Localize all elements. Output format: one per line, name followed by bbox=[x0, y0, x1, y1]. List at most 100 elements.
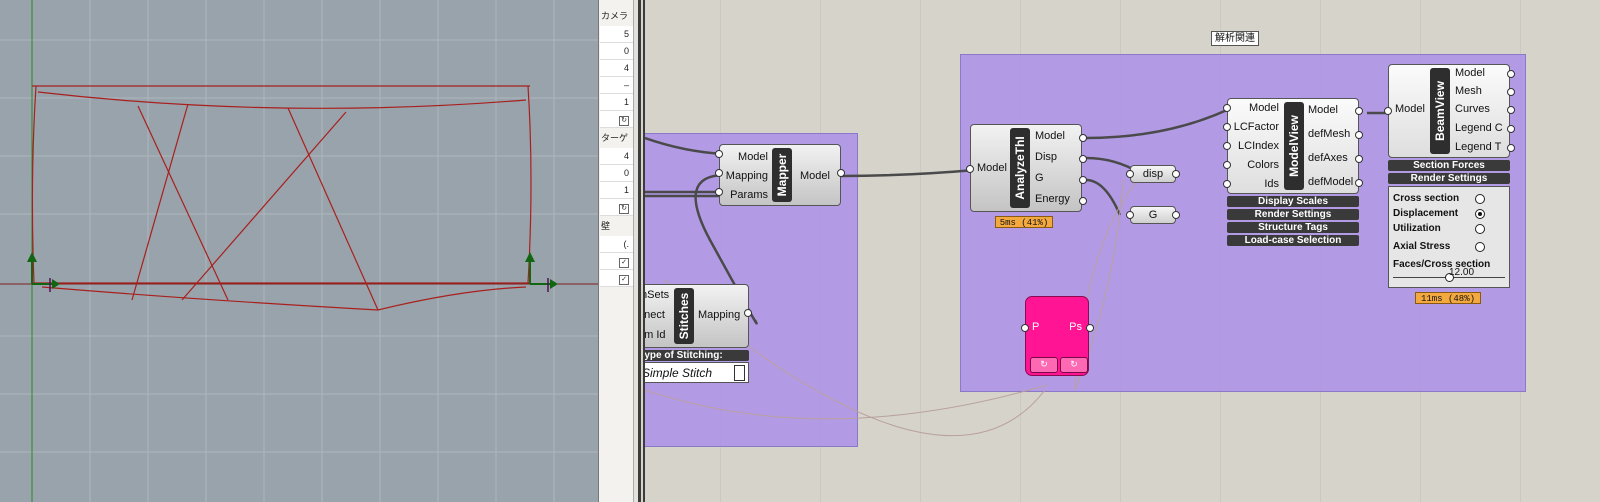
input-grip[interactable] bbox=[715, 169, 723, 177]
stitches-component[interactable]: mSets nnect am Id Stitches Mapping bbox=[645, 284, 749, 348]
param-value[interactable]: 0 bbox=[600, 43, 633, 60]
output-grip[interactable] bbox=[1355, 131, 1363, 139]
output-grip[interactable] bbox=[1355, 107, 1363, 115]
analyze-output-g[interactable]: G bbox=[1035, 172, 1044, 185]
input-grip[interactable] bbox=[1223, 104, 1231, 112]
param-value[interactable]: 0 bbox=[600, 165, 633, 182]
param-value[interactable]: 1 bbox=[600, 182, 633, 199]
radio-axial-stress[interactable] bbox=[1475, 242, 1485, 252]
output-grip[interactable] bbox=[1079, 176, 1087, 184]
output-grip[interactable] bbox=[744, 309, 752, 317]
beamview-output-mesh[interactable]: Mesh bbox=[1455, 85, 1482, 98]
param-refresh-icon[interactable]: ↻ bbox=[600, 111, 633, 128]
refresh-icon[interactable]: ↻ bbox=[1060, 357, 1088, 373]
output-grip[interactable] bbox=[1507, 106, 1515, 114]
input-grip[interactable] bbox=[715, 188, 723, 196]
modelview-output-defmesh[interactable]: defMesh bbox=[1308, 128, 1350, 141]
output-grip[interactable] bbox=[1507, 88, 1515, 96]
analyze-component[interactable]: Model AnalyzeThI Model Disp G Energy bbox=[970, 124, 1082, 212]
modelview-input-lcfactor[interactable]: LCFactor bbox=[1234, 121, 1279, 134]
mapper-output-model[interactable]: Model bbox=[800, 170, 830, 183]
input-grip[interactable] bbox=[1126, 211, 1134, 219]
modelview-menu-render-settings[interactable]: Render Settings bbox=[1227, 209, 1359, 220]
rhino-viewport[interactable] bbox=[0, 0, 598, 502]
modelview-output-defaxes[interactable]: defAxes bbox=[1308, 152, 1348, 165]
stitches-output-mapping[interactable]: Mapping bbox=[698, 309, 740, 322]
stitches-input-beam-id[interactable]: am Id bbox=[645, 329, 666, 342]
param-value[interactable]: 4 bbox=[600, 148, 633, 165]
modelview-menu-display-scales[interactable]: Display Scales bbox=[1227, 196, 1359, 207]
splitter[interactable] bbox=[638, 0, 641, 502]
beamview-component[interactable]: Model BeamView Model Mesh Curves Legend … bbox=[1388, 64, 1510, 158]
dropdown-toggle[interactable] bbox=[734, 365, 745, 381]
beamview-output-legend-c[interactable]: Legend C bbox=[1455, 122, 1503, 135]
param-value[interactable]: – bbox=[600, 77, 633, 94]
modelview-input-model[interactable]: Model bbox=[1249, 102, 1279, 115]
output-grip[interactable] bbox=[1079, 155, 1087, 163]
modelview-input-colors[interactable]: Colors bbox=[1247, 159, 1279, 172]
analyze-output-disp[interactable]: Disp bbox=[1035, 151, 1057, 164]
output-grip[interactable] bbox=[1507, 125, 1515, 133]
input-grip[interactable] bbox=[1021, 324, 1029, 332]
param-checkbox[interactable]: ✓ bbox=[600, 270, 633, 287]
radio-cross-section[interactable] bbox=[1475, 194, 1485, 204]
param-value[interactable]: 1 bbox=[600, 94, 633, 111]
output-grip[interactable] bbox=[837, 169, 845, 177]
stitches-input-connect[interactable]: nnect bbox=[645, 309, 665, 322]
modelview-output-defmodel[interactable]: defModel bbox=[1308, 176, 1353, 189]
stitches-input-sets[interactable]: mSets bbox=[645, 289, 669, 302]
input-grip[interactable] bbox=[1223, 142, 1231, 150]
output-grip[interactable] bbox=[1507, 144, 1515, 152]
modelview-menu-load-case[interactable]: Load-case Selection bbox=[1227, 235, 1359, 246]
output-grip[interactable] bbox=[1079, 134, 1087, 142]
output-grip[interactable] bbox=[1355, 179, 1363, 187]
modelview-nickname[interactable]: ModelView bbox=[1284, 102, 1304, 190]
beamview-menu-render-settings[interactable]: Render Settings bbox=[1388, 173, 1510, 184]
param-refresh-icon[interactable]: ↻ bbox=[600, 199, 633, 216]
param-value[interactable]: 5 bbox=[600, 26, 633, 43]
parameter-panel[interactable]: カメラ 5 0 4 – 1 ↻ ターゲ 4 0 1 ↻ 壁 (. ✓ ✓ bbox=[598, 0, 640, 502]
pink-output-ps[interactable]: Ps bbox=[1069, 321, 1082, 334]
input-grip[interactable] bbox=[715, 150, 723, 158]
analyze-input-model[interactable]: Model bbox=[977, 162, 1007, 175]
grasshopper-canvas[interactable]: 解析関連 Model Mapping Params Mapper Model S… bbox=[645, 0, 1600, 502]
beamview-output-legend-t[interactable]: Legend T bbox=[1455, 141, 1501, 154]
beamview-output-curves[interactable]: Curves bbox=[1455, 103, 1490, 116]
input-grip[interactable] bbox=[1223, 123, 1231, 131]
input-grip[interactable] bbox=[966, 165, 974, 173]
output-grip[interactable] bbox=[1172, 211, 1180, 219]
param-checkbox[interactable]: ✓ bbox=[600, 253, 633, 270]
stitches-nickname[interactable]: Stitches bbox=[674, 288, 694, 344]
modelview-component[interactable]: Model LCFactor LCIndex Colors Ids ModelV… bbox=[1227, 98, 1359, 194]
output-grip[interactable] bbox=[1079, 197, 1087, 205]
mapper-input-model[interactable]: Model bbox=[738, 151, 768, 164]
input-grip[interactable] bbox=[1223, 180, 1231, 188]
radio-utilization[interactable] bbox=[1475, 224, 1485, 234]
mapper-component[interactable]: Model Mapping Params Mapper Model bbox=[719, 144, 841, 206]
disp-param[interactable]: disp bbox=[1130, 165, 1176, 183]
output-grip[interactable] bbox=[1355, 155, 1363, 163]
modelview-input-ids[interactable]: Ids bbox=[1264, 178, 1279, 191]
beamview-output-model[interactable]: Model bbox=[1455, 67, 1485, 80]
refresh-icon[interactable]: ↻ bbox=[1030, 357, 1058, 373]
analyze-nickname[interactable]: AnalyzeThI bbox=[1010, 128, 1030, 208]
analyze-output-energy[interactable]: Energy bbox=[1035, 193, 1070, 206]
input-grip[interactable] bbox=[1384, 107, 1392, 115]
beamview-input-model[interactable]: Model bbox=[1395, 103, 1425, 116]
output-grip[interactable] bbox=[1172, 170, 1180, 178]
radio-displacement[interactable] bbox=[1475, 209, 1485, 219]
beamview-menu-section-forces[interactable]: Section Forces bbox=[1388, 160, 1510, 171]
stitching-type-dropdown[interactable]: Simple Stitch bbox=[645, 362, 749, 383]
analyze-output-model[interactable]: Model bbox=[1035, 130, 1065, 143]
modelview-output-model[interactable]: Model bbox=[1308, 104, 1338, 117]
g-param[interactable]: G bbox=[1130, 206, 1176, 224]
pink-script-component[interactable]: P Ps ↻ ↻ bbox=[1025, 296, 1089, 376]
input-grip[interactable] bbox=[1126, 170, 1134, 178]
mapper-input-params[interactable]: Params bbox=[730, 189, 768, 202]
output-grip[interactable] bbox=[1507, 70, 1515, 78]
param-value[interactable]: 4 bbox=[600, 60, 633, 77]
input-grip[interactable] bbox=[1223, 161, 1231, 169]
modelview-input-lcindex[interactable]: LCIndex bbox=[1238, 140, 1279, 153]
param-value[interactable]: (. bbox=[600, 236, 633, 253]
modelview-menu-structure-tags[interactable]: Structure Tags bbox=[1227, 222, 1359, 233]
